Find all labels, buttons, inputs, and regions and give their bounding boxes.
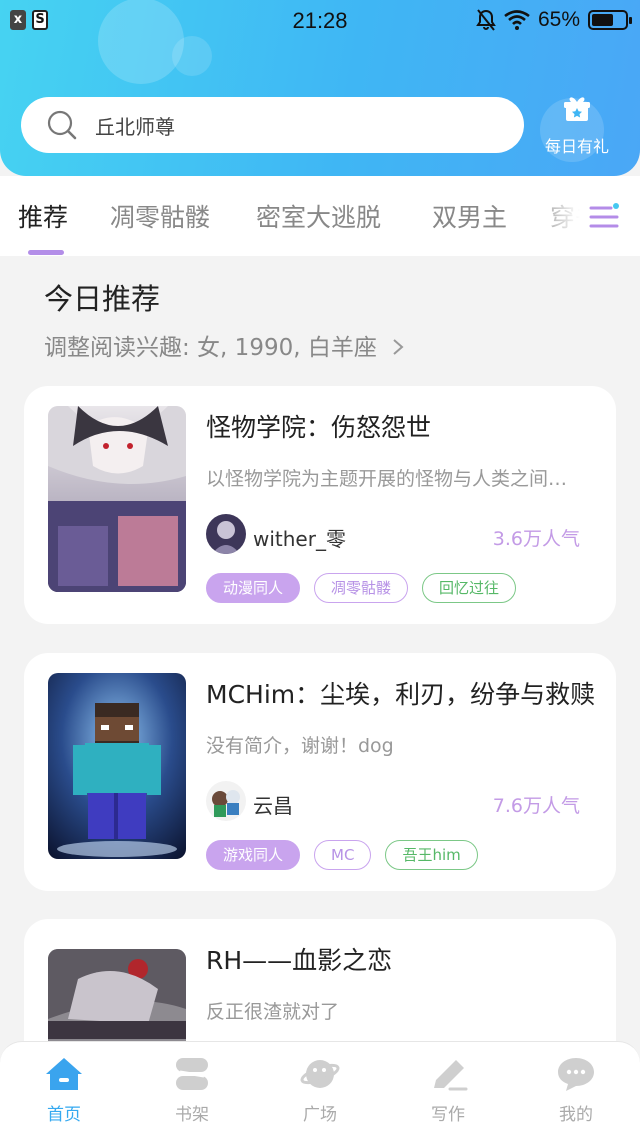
wifi-icon: [504, 10, 530, 30]
pen-icon: [434, 1060, 468, 1091]
book-card[interactable]: 怪物学院：伤怒怨世 以怪物学院为主题开展的怪物与人类之间的故事 wither_零…: [24, 386, 616, 624]
book-tags: 游戏同人 MC 吾王him: [206, 840, 478, 870]
tab-bl[interactable]: 双男主: [432, 198, 507, 234]
book-title[interactable]: MCHim：尘埃，利刃，纷争与救赎: [206, 675, 596, 711]
book-intro: 反正很渣就对了: [206, 1001, 340, 1023]
nav-label: 书架: [175, 1105, 209, 1125]
tag[interactable]: MC: [314, 840, 372, 870]
tag[interactable]: 回忆过往: [422, 573, 517, 603]
chat-bubble-icon: [558, 1058, 594, 1091]
tab-escape-room[interactable]: 密室大逃脱: [256, 198, 381, 234]
book-title[interactable]: RH——血影之恋: [206, 941, 596, 977]
nav-write[interactable]: 写作: [403, 1056, 493, 1125]
nav-mine[interactable]: 我的: [531, 1056, 621, 1125]
tag[interactable]: 凋零骷髅: [314, 573, 409, 603]
nav-bookshelf[interactable]: 书架: [147, 1056, 237, 1125]
nav-label: 广场: [303, 1105, 337, 1125]
nav-square[interactable]: 广场: [275, 1056, 365, 1125]
search-icon: [47, 110, 77, 140]
nav-label: 首页: [47, 1105, 81, 1125]
author-avatar[interactable]: [206, 781, 246, 821]
author-name[interactable]: wither_零: [253, 523, 346, 552]
gift-icon: [564, 97, 590, 121]
author-avatar[interactable]: [206, 514, 246, 554]
daily-gift-button[interactable]: 每日有礼: [536, 95, 618, 157]
battery-percent: 65%: [537, 8, 580, 31]
tag[interactable]: 游戏同人: [206, 840, 301, 870]
mute-icon: [476, 9, 496, 31]
status-bar: x S 21:28 65%: [0, 0, 640, 42]
nav-label: 我的: [559, 1105, 593, 1125]
interest-settings-link[interactable]: 调整阅读兴趣: 女, 1990, 白羊座: [44, 328, 406, 362]
nav-home[interactable]: 首页: [19, 1056, 109, 1125]
category-tabs: 推荐 凋零骷髅 密室大逃脱 双男主 穿书: [0, 176, 640, 256]
interest-settings-text: 调整阅读兴趣: 女, 1990, 白羊座: [44, 335, 377, 361]
tab-menu-icon[interactable]: [588, 202, 620, 232]
recommend-section-header: 今日推荐: [44, 276, 160, 318]
active-tab-indicator: [28, 250, 64, 255]
nav-label: 写作: [431, 1105, 465, 1125]
bookshelf-icon: [176, 1058, 208, 1090]
tab-fade: [530, 176, 640, 256]
popularity-count: 7.6万人气: [492, 795, 580, 817]
book-card[interactable]: MCHim：尘埃，利刃，纷争与救赎 没有简介，谢谢！dog 云昌 7.6万人气 …: [24, 653, 616, 891]
book-intro: 没有简介，谢谢！dog: [206, 735, 394, 757]
battery-icon: [588, 10, 632, 30]
popularity-count: 3.6万人气: [492, 528, 580, 550]
tag[interactable]: 吾王him: [385, 840, 478, 870]
planet-icon: [300, 1060, 340, 1088]
app-header: x S 21:28 65% 丘北师尊 每日有礼: [0, 0, 640, 176]
gift-label: 每日有礼: [544, 137, 609, 156]
tab-wither-skeleton[interactable]: 凋零骷髅: [110, 198, 210, 234]
book-cover[interactable]: [48, 673, 186, 859]
tag[interactable]: 动漫同人: [206, 573, 301, 603]
tab-recommend[interactable]: 推荐: [18, 198, 68, 234]
author-name[interactable]: 云昌: [253, 790, 293, 819]
book-cover[interactable]: [48, 406, 186, 592]
section-title: 今日推荐: [44, 282, 161, 316]
book-title[interactable]: 怪物学院：伤怒怨世: [206, 408, 596, 444]
home-icon: [46, 1058, 82, 1090]
header-decoration: [172, 36, 212, 76]
book-intro: 以怪物学院为主题开展的怪物与人类之间的故事: [206, 468, 586, 490]
book-tags: 动漫同人 凋零骷髅 回忆过往: [206, 573, 517, 603]
chevron-right-icon: [393, 339, 404, 355]
search-input[interactable]: 丘北师尊: [95, 111, 175, 140]
search-bar[interactable]: 丘北师尊: [21, 97, 524, 153]
bottom-navigation: 首页 书架 广场 写作 我的: [0, 1041, 640, 1138]
